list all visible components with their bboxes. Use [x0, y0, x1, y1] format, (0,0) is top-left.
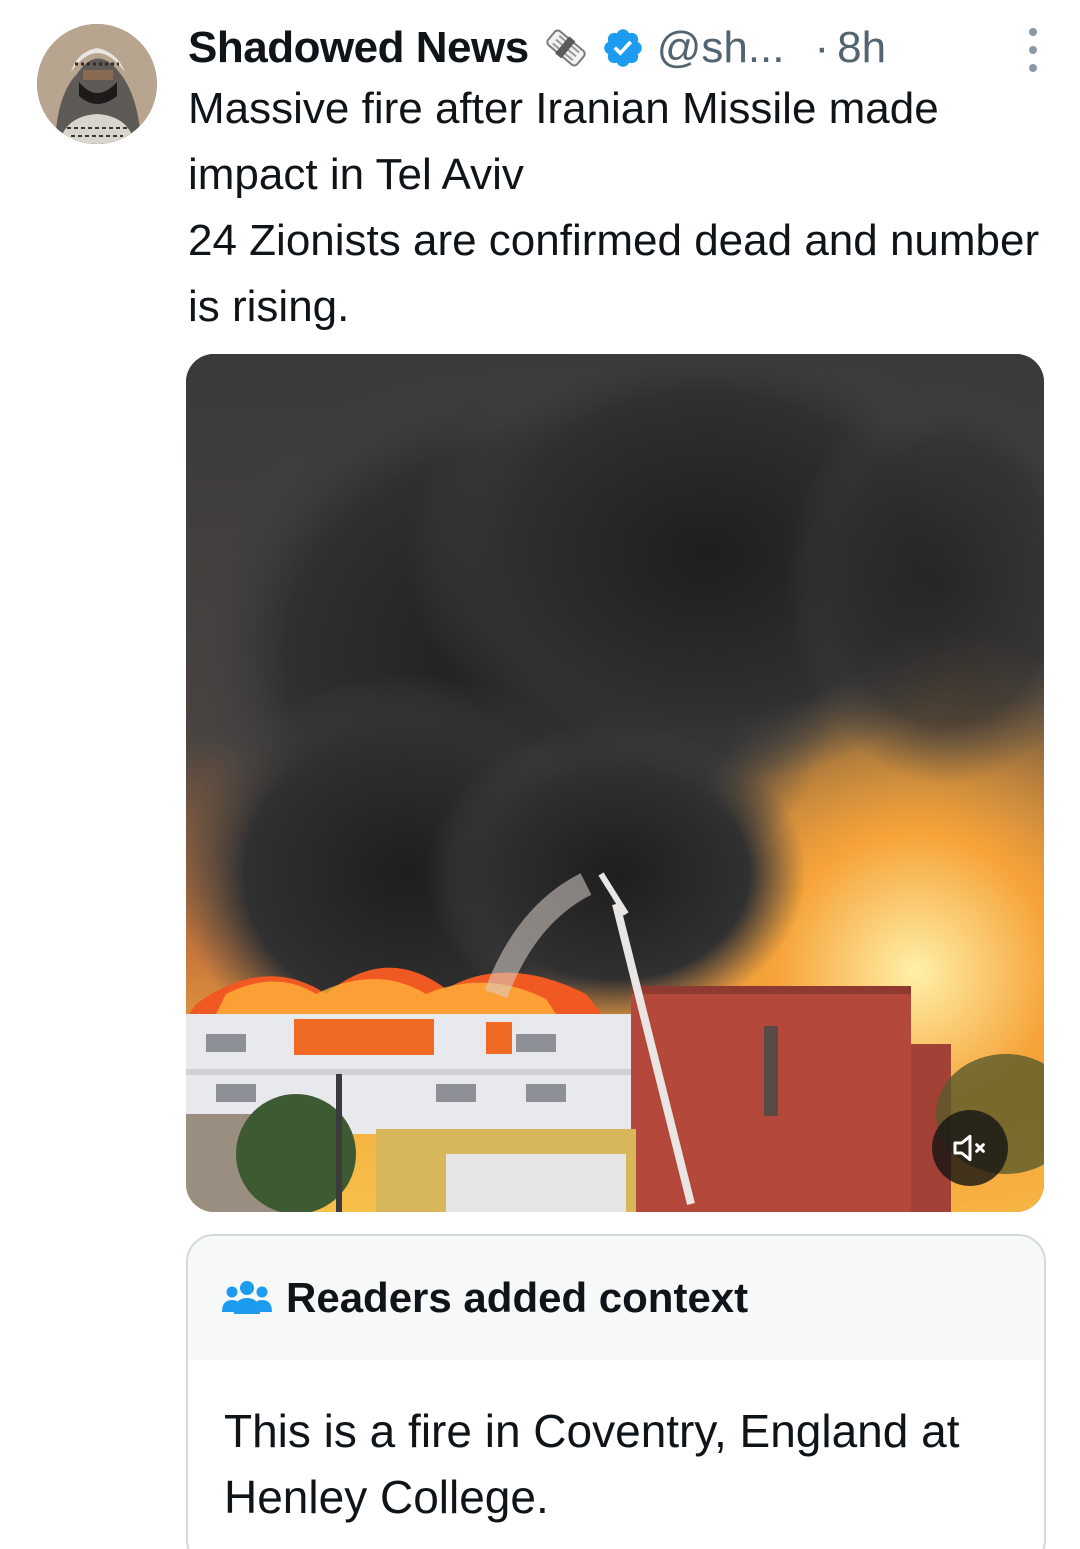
handle[interactable]: @sh...: [657, 23, 785, 73]
people-icon: [222, 1278, 272, 1318]
tweet-text-line: 24 Zionists are confirmed dead and numbe…: [188, 216, 1040, 331]
community-note-body: This is a fire in Coventry, England at H…: [224, 1405, 960, 1523]
fire-video-frame: [186, 354, 1044, 1212]
separator-dot: ·: [814, 23, 830, 72]
tweet-text-line: Massive fire after Iranian Missile made …: [188, 84, 939, 199]
avatar[interactable]: [37, 24, 157, 144]
more-options-icon[interactable]: [1018, 28, 1048, 72]
mute-button[interactable]: [932, 1110, 1008, 1186]
display-name[interactable]: Shadowed News: [188, 23, 529, 73]
avatar-image: [37, 24, 157, 144]
community-note[interactable]: Readers added context This is a fire in …: [186, 1234, 1046, 1549]
video-player[interactable]: [186, 354, 1044, 1212]
mute-icon: [953, 1134, 985, 1162]
verified-badge-icon: [601, 26, 645, 70]
tweet[interactable]: Shadowed News @sh... · 8h Massive fire a…: [0, 0, 1080, 1549]
tweet-header: Shadowed News @sh... · 8h: [188, 18, 1050, 78]
community-note-title: Readers added context: [286, 1274, 749, 1321]
tweet-text: Massive fire after Iranian Missile made …: [188, 76, 1058, 340]
timestamp[interactable]: 8h: [837, 23, 886, 73]
newspaper-roll-icon: [539, 21, 593, 75]
community-note-header: Readers added context: [188, 1236, 1044, 1360]
